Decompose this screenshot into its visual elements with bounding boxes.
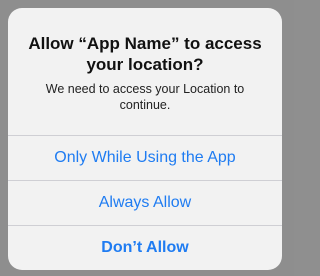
alert-title: Allow “App Name” to access your location… bbox=[28, 34, 262, 74]
always-allow-button[interactable]: Always Allow bbox=[8, 181, 282, 225]
alert-header: Allow “App Name” to access your location… bbox=[8, 8, 282, 135]
dont-allow-button[interactable]: Don’t Allow bbox=[8, 226, 282, 270]
only-while-using-app-button[interactable]: Only While Using the App bbox=[8, 136, 282, 180]
location-permission-alert: Allow “App Name” to access your location… bbox=[8, 8, 282, 270]
alert-message: We need to access your Location to conti… bbox=[45, 82, 245, 112]
